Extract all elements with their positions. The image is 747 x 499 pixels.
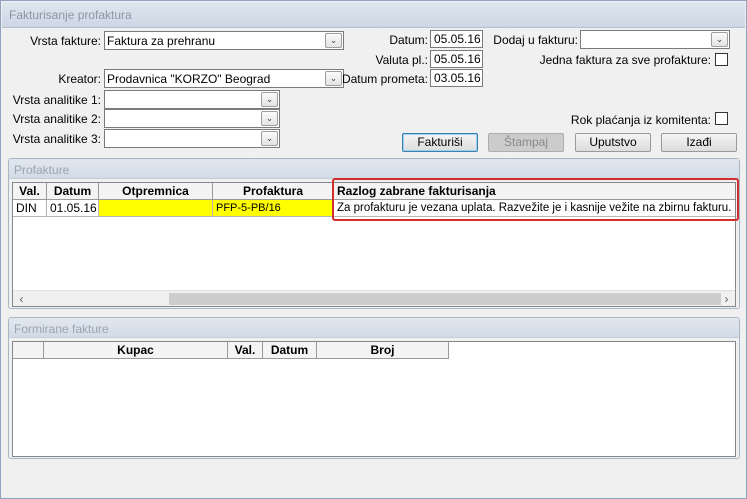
kreator-label: Kreator: [58, 72, 101, 86]
main-window: Fakturisanje profaktura Vrsta fakture: F… [0, 0, 747, 499]
profakture-title: Profakture [9, 159, 739, 179]
fakturisi-button[interactable]: Fakturiši [402, 133, 478, 152]
jedna-faktura-label: Jedna faktura za sve profakture: [539, 53, 711, 67]
scroll-thumb[interactable] [169, 293, 721, 305]
chevron-down-icon[interactable]: ⌄ [261, 92, 278, 107]
dodaj-label: Dodaj u fakturu: [493, 33, 578, 47]
datum-prometa-label: Datum prometa: [341, 72, 428, 86]
datum-field[interactable]: 05.05.16 [430, 30, 483, 48]
analitika3-label: Vrsta analitike 3: [12, 132, 101, 146]
vrsta-fakture-combo[interactable]: Faktura za prehranu ⌄ [104, 31, 344, 50]
stampaj-button[interactable]: Štampaj [488, 133, 564, 152]
jedna-faktura-checkbox[interactable] [715, 53, 728, 66]
datum-prometa-field[interactable]: 03.05.16 [430, 69, 483, 87]
analitika2-label: Vrsta analitike 2: [12, 112, 101, 126]
analitika1-label: Vrsta analitike 1: [12, 93, 101, 107]
valuta-label: Valuta pl.: [375, 53, 428, 67]
table-row-cell-datum[interactable]: 01.05.16 [47, 200, 99, 217]
col-datum[interactable]: Datum [47, 183, 99, 200]
dodaj-combo[interactable]: ⌄ [580, 30, 730, 49]
chevron-down-icon[interactable]: ⌄ [325, 33, 342, 48]
table-row-cell-profaktura[interactable]: PFP-5-PB/16 [213, 200, 334, 217]
col-profaktura[interactable]: Profaktura [213, 183, 334, 200]
row-header-corner [13, 342, 44, 359]
valuta-field[interactable]: 05.05.16 [430, 50, 483, 68]
chevron-down-icon[interactable]: ⌄ [261, 131, 278, 146]
col-val[interactable]: Val. [13, 183, 47, 200]
col-broj[interactable]: Broj [317, 342, 449, 359]
analitika2-combo[interactable]: ⌄ [104, 109, 280, 128]
formirane-grid: Kupac Val. Datum Broj [12, 341, 736, 457]
rok-placanja-checkbox[interactable] [715, 112, 728, 125]
col-val[interactable]: Val. [228, 342, 263, 359]
kreator-combo[interactable]: Prodavnica "KORZO" Beograd ⌄ [104, 69, 344, 88]
highlight-rectangle [332, 178, 739, 221]
uputstvo-button[interactable]: Uputstvo [575, 133, 651, 152]
chevron-down-icon[interactable]: ⌄ [261, 111, 278, 126]
col-otpremnica[interactable]: Otpremnica [99, 183, 213, 200]
table-row-cell-otpremnica[interactable] [99, 200, 213, 217]
izadji-button[interactable]: Izađi [661, 133, 737, 152]
col-kupac[interactable]: Kupac [44, 342, 228, 359]
chevron-left-icon[interactable]: ‹ [13, 291, 30, 306]
col-datum[interactable]: Datum [263, 342, 317, 359]
kreator-value: Prodavnica "KORZO" Beograd [107, 72, 271, 86]
rok-placanja-label: Rok plaćanja iz komitenta: [570, 113, 711, 127]
analitika1-combo[interactable]: ⌄ [104, 90, 280, 109]
chevron-right-icon[interactable]: › [718, 291, 735, 306]
formirane-group: Formirane fakture Kupac Val. Datum Broj [8, 317, 740, 459]
vrsta-fakture-value: Faktura za prehranu [107, 34, 216, 48]
vrsta-fakture-label: Vrsta fakture: [30, 34, 101, 48]
window-title: Fakturisanje profaktura [2, 2, 745, 28]
table-row-cell-val[interactable]: DIN [13, 200, 47, 217]
horizontal-scrollbar[interactable]: ‹ › [13, 290, 735, 306]
formirane-title: Formirane fakture [9, 318, 739, 338]
datum-label: Datum: [389, 33, 428, 47]
chevron-down-icon[interactable]: ⌄ [711, 32, 728, 47]
chevron-down-icon[interactable]: ⌄ [325, 71, 342, 86]
analitika3-combo[interactable]: ⌄ [104, 129, 280, 148]
